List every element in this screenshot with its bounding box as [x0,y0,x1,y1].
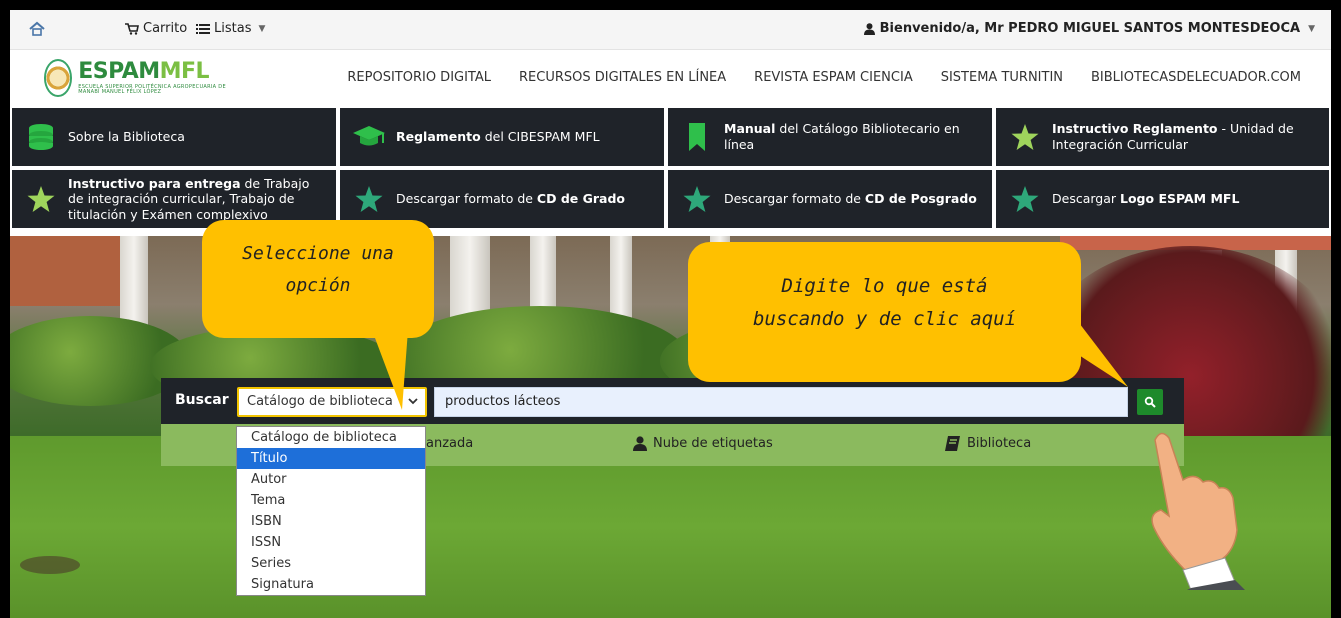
site-header: ESPAMMFL ESCUELA SUPERIOR POLITÉCNICA AG… [10,50,1331,106]
quick-link-instructivo-reglamento[interactable]: Instructivo Reglamento - Unidad de Integ… [996,108,1329,166]
logo-subtitle: ESCUELA SUPERIOR POLITÉCNICA AGROPECUARI… [78,84,226,95]
logo-emblem-icon [44,59,73,97]
nav-revista[interactable]: REVISTA ESPAM CIENCIA [754,70,913,85]
dropdown-option[interactable]: Signatura [237,574,425,595]
star-icon [680,185,714,213]
callout-select-option: Seleccione una opción [202,220,434,338]
site-logo[interactable]: ESPAMMFL ESCUELA SUPERIOR POLITÉCNICA AG… [44,57,244,99]
user-icon [863,22,875,35]
star-icon [1008,123,1042,151]
dropdown-option[interactable]: Tema [237,490,425,511]
tag-cloud-link[interactable]: Nube de etiquetas [633,436,773,451]
chevron-down-icon: ▼ [258,23,266,34]
lists-menu[interactable]: Listas ▼ [196,21,265,36]
cart-icon [125,22,139,35]
lists-label: Listas [214,21,252,36]
dropdown-option[interactable]: Catálogo de biblioteca [237,427,425,448]
cart-label: Carrito [143,21,188,36]
star-icon [24,185,58,213]
callout-pointer [372,330,408,410]
advanced-search-link[interactable]: anzada [426,436,473,451]
bookmark-icon [680,123,714,151]
search-icon [1144,396,1156,408]
quick-links: Sobre la Biblioteca Reglamento del CIBES… [10,106,1331,236]
star-icon [352,185,386,213]
welcome-text: Bienvenido/a, Mr PEDRO MIGUEL SANTOS MON… [879,21,1301,36]
quick-link-cd-posgrado[interactable]: Descargar formato de CD de Posgrado [668,170,992,228]
book-icon [945,436,960,451]
library-link[interactable]: Biblioteca [945,436,1031,451]
search-input[interactable]: productos lácteos [434,387,1128,417]
search-type-dropdown: Catálogo de biblioteca Título Autor Tema… [236,426,426,596]
nav-turnitin[interactable]: SISTEMA TURNITIN [941,70,1063,85]
quick-link-manual[interactable]: Manual del Catálogo Bibliotecario en lín… [668,108,992,166]
dropdown-option[interactable]: Autor [237,469,425,490]
database-icon [24,123,58,151]
user-icon [633,436,647,451]
nav-repositorio[interactable]: REPOSITORIO DIGITAL [347,70,491,85]
dropdown-option[interactable]: ISSN [237,532,425,553]
browser-viewport: Carrito Listas ▼ Bienvenido/a, Mr PEDRO … [10,10,1331,618]
quick-link-sobre[interactable]: Sobre la Biblioteca [12,108,336,166]
nav-bibliotecas[interactable]: BIBLIOTECASDELECUADOR.COM [1091,70,1301,85]
search-label: Buscar [175,392,229,408]
graduation-cap-icon [352,123,386,151]
main-nav: REPOSITORIO DIGITAL RECURSOS DIGITALES E… [347,70,1301,85]
chevron-down-icon [408,398,418,405]
list-icon [196,23,210,34]
dropdown-option[interactable]: Series [237,553,425,574]
search-bar: Buscar Catálogo de biblioteca productos … [161,378,1184,424]
cart-link[interactable]: Carrito [125,21,187,36]
callout-pointer [1048,315,1128,387]
top-bar: Carrito Listas ▼ Bienvenido/a, Mr PEDRO … [10,10,1331,50]
search-button[interactable] [1137,389,1163,415]
nav-recursos[interactable]: RECURSOS DIGITALES EN LÍNEA [519,70,726,85]
dropdown-option-selected[interactable]: Título [237,448,425,469]
user-menu[interactable]: Bienvenido/a, Mr PEDRO MIGUEL SANTOS MON… [863,21,1315,36]
quick-link-logo[interactable]: Descargar Logo ESPAM MFL [996,170,1329,228]
logo-name: ESPAMMFL [78,59,210,84]
quick-link-reglamento[interactable]: Reglamento del CIBESPAM MFL [340,108,664,166]
callout-search-hint: Digite lo que está buscando y de clic aq… [688,242,1081,382]
pointing-hand-icon [1151,432,1245,590]
dropdown-option[interactable]: ISBN [237,511,425,532]
star-icon [1008,185,1042,213]
chevron-down-icon: ▼ [1308,23,1315,34]
home-icon[interactable] [28,20,46,38]
